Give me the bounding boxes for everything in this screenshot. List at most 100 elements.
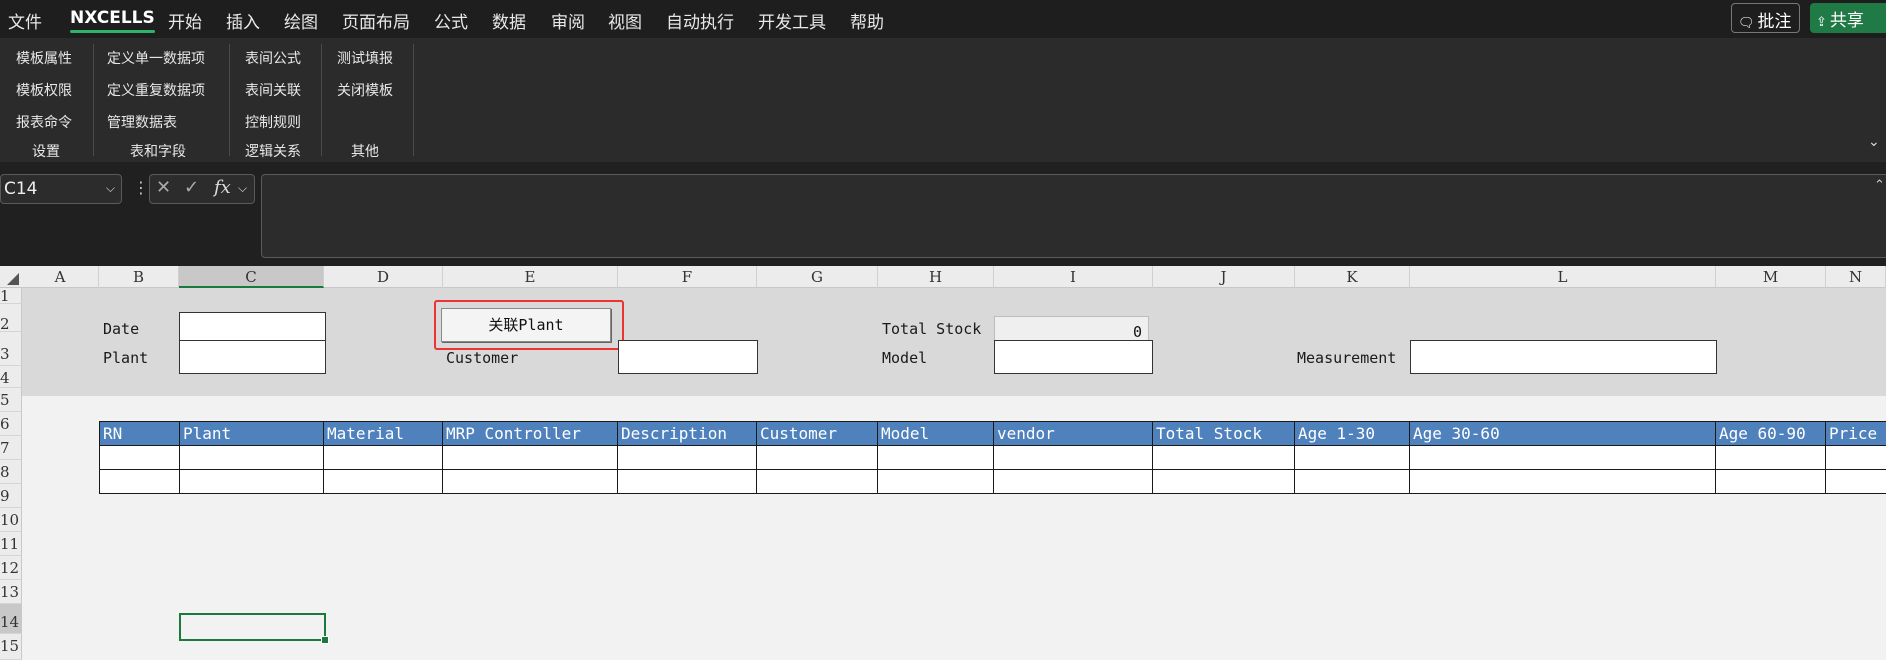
ribbon-template-permissions[interactable]: 模板权限 <box>16 80 72 100</box>
menu-developer[interactable]: 开发工具 <box>758 8 826 33</box>
table-header-model[interactable]: Model <box>877 421 994 446</box>
model-input[interactable] <box>994 340 1153 374</box>
row-header-7[interactable]: 7 <box>0 436 22 460</box>
chevron-down-icon[interactable]: ⌵ <box>106 181 115 196</box>
column-header-h[interactable]: H <box>878 266 994 288</box>
menu-view[interactable]: 视图 <box>608 8 642 33</box>
comment-button[interactable]: 🗨 批注 <box>1731 3 1800 33</box>
row-header-12[interactable]: 12 <box>0 556 22 580</box>
table-cell[interactable] <box>1825 469 1886 494</box>
menu-help[interactable]: 帮助 <box>850 8 884 33</box>
chevron-down-icon[interactable]: ⌵ <box>238 181 247 196</box>
table-cell[interactable] <box>179 445 324 470</box>
chevron-up-icon[interactable]: ⌃ <box>1874 178 1885 193</box>
ribbon-cross-table-formula[interactable]: 表间公式 <box>245 48 301 68</box>
column-header-d[interactable]: D <box>324 266 443 288</box>
column-header-m[interactable]: M <box>1716 266 1826 288</box>
column-header-a[interactable]: A <box>22 266 99 288</box>
ribbon-collapse-chevron-icon[interactable]: ⌄ <box>1868 134 1880 150</box>
table-header-plant[interactable]: Plant <box>179 421 324 446</box>
table-header-age-60-90[interactable]: Age 60-90 <box>1715 421 1826 446</box>
table-cell[interactable] <box>877 469 994 494</box>
row-header-15[interactable]: 15 <box>0 634 22 660</box>
date-input[interactable] <box>179 312 326 342</box>
table-cell[interactable] <box>756 469 878 494</box>
column-header-f[interactable]: F <box>618 266 757 288</box>
menu-file[interactable]: 文件 <box>8 8 42 33</box>
table-header-material[interactable]: Material <box>323 421 443 446</box>
table-header-vendor[interactable]: vendor <box>993 421 1153 446</box>
row-header-1[interactable]: 1 <box>0 288 22 304</box>
menu-data[interactable]: 数据 <box>492 8 526 33</box>
table-header-description[interactable]: Description <box>617 421 757 446</box>
ribbon-manage-datatable[interactable]: 管理数据表 <box>107 112 177 132</box>
sheet-grid[interactable]: Date Plant 关联Plant Customer Total Stock … <box>22 288 1886 660</box>
more-options-icon[interactable]: ⋮ <box>133 178 149 197</box>
table-header-price[interactable]: Price <box>1825 421 1886 446</box>
column-header-k[interactable]: K <box>1295 266 1410 288</box>
table-header-customer[interactable]: Customer <box>756 421 878 446</box>
column-header-g[interactable]: G <box>757 266 878 288</box>
ribbon-test-fill[interactable]: 测试填报 <box>337 48 393 68</box>
table-cell[interactable] <box>442 445 618 470</box>
share-button[interactable]: ⇪ 共享 <box>1810 3 1886 33</box>
table-cell[interactable] <box>1715 469 1826 494</box>
row-header-2[interactable]: 2 <box>0 304 22 332</box>
column-header-j[interactable]: J <box>1153 266 1295 288</box>
formula-input[interactable] <box>261 174 1886 258</box>
row-header-3[interactable]: 3 <box>0 332 22 366</box>
plant-input[interactable] <box>179 340 326 374</box>
menu-home[interactable]: 开始 <box>168 8 202 33</box>
column-header-i[interactable]: I <box>994 266 1153 288</box>
row-header-5[interactable]: 5 <box>0 388 22 412</box>
table-cell[interactable] <box>617 469 757 494</box>
table-header-rn[interactable]: RN <box>99 421 180 446</box>
ribbon-report-commands[interactable]: 报表命令 <box>16 112 72 132</box>
ribbon-cross-table-link[interactable]: 表间关联 <box>245 80 301 100</box>
menu-formulas[interactable]: 公式 <box>434 8 468 33</box>
measurement-input[interactable] <box>1410 340 1717 374</box>
table-header-mrp-controller[interactable]: MRP Controller <box>442 421 618 446</box>
menu-draw[interactable]: 绘图 <box>284 8 318 33</box>
ribbon-define-repeat-item[interactable]: 定义重复数据项 <box>107 80 205 100</box>
table-header-total-stock[interactable]: Total Stock <box>1152 421 1295 446</box>
table-cell[interactable] <box>1294 469 1410 494</box>
active-cell-c14[interactable] <box>179 613 329 644</box>
table-cell[interactable] <box>1152 445 1295 470</box>
ribbon-define-single-item[interactable]: 定义单一数据项 <box>107 48 205 68</box>
table-header-age-30-60[interactable]: Age 30-60 <box>1409 421 1716 446</box>
table-cell[interactable] <box>993 445 1153 470</box>
menu-page-layout[interactable]: 页面布局 <box>342 8 410 33</box>
table-cell[interactable] <box>99 445 180 470</box>
table-cell[interactable] <box>617 445 757 470</box>
table-cell[interactable] <box>179 469 324 494</box>
row-header-4[interactable]: 4 <box>0 366 22 388</box>
column-header-n[interactable]: N <box>1826 266 1886 288</box>
menu-nxcells[interactable]: NXCELLS <box>70 8 155 33</box>
menu-review[interactable]: 审阅 <box>551 8 585 33</box>
customer-input[interactable] <box>618 340 758 374</box>
column-header-c[interactable]: C <box>179 266 324 288</box>
row-header-13[interactable]: 13 <box>0 580 22 604</box>
table-header-age-1-30[interactable]: Age 1-30 <box>1294 421 1410 446</box>
table-cell[interactable] <box>1409 469 1716 494</box>
table-cell[interactable] <box>993 469 1153 494</box>
row-header-8[interactable]: 8 <box>0 460 22 484</box>
table-cell[interactable] <box>1825 445 1886 470</box>
table-cell[interactable] <box>1294 445 1410 470</box>
insert-function-icon[interactable]: fx <box>214 177 231 198</box>
cancel-icon[interactable]: ✕ <box>156 177 171 198</box>
column-header-e[interactable]: E <box>443 266 618 288</box>
row-header-14[interactable]: 14 <box>0 604 22 634</box>
column-header-l[interactable]: L <box>1410 266 1716 288</box>
enter-icon[interactable]: ✓ <box>184 177 199 198</box>
table-cell[interactable] <box>99 469 180 494</box>
row-header-10[interactable]: 10 <box>0 508 22 532</box>
table-cell[interactable] <box>1152 469 1295 494</box>
menu-insert[interactable]: 插入 <box>226 8 260 33</box>
ribbon-control-rules[interactable]: 控制规则 <box>245 112 301 132</box>
table-cell[interactable] <box>1409 445 1716 470</box>
row-header-11[interactable]: 11 <box>0 532 22 556</box>
column-header-b[interactable]: B <box>99 266 179 288</box>
table-cell[interactable] <box>756 445 878 470</box>
